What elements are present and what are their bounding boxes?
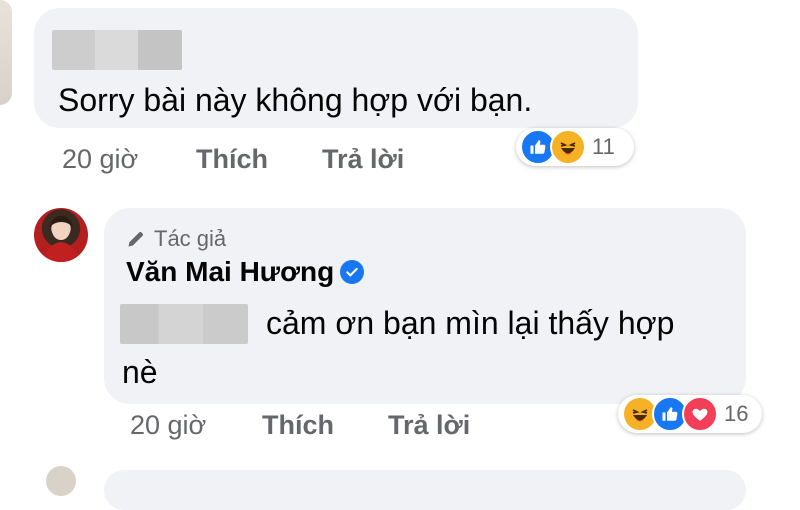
author-badge-label: Tác giả [154, 226, 227, 251]
reaction-count: 11 [592, 134, 615, 159]
reply-reply-button[interactable]: Trả lời [388, 410, 470, 441]
next-comment-bubble [104, 470, 746, 510]
commenter-avatar[interactable] [0, 0, 12, 105]
reply-reaction-summary[interactable]: 16 [618, 395, 762, 433]
author-avatar[interactable] [34, 208, 88, 262]
reaction-summary[interactable]: 11 [516, 128, 634, 166]
reply-like-button[interactable]: Thích [262, 410, 334, 441]
blurred-commenter-name [52, 30, 182, 70]
like-button[interactable]: Thích [196, 144, 268, 175]
next-commenter-avatar[interactable] [46, 466, 76, 496]
comment-timestamp[interactable]: 20 giờ [62, 144, 138, 175]
author-name[interactable]: Văn Mai Hương [126, 256, 334, 288]
verified-badge-icon [340, 260, 365, 284]
reply-button[interactable]: Trả lời [322, 144, 404, 175]
love-icon [682, 396, 718, 432]
reply-text-line-1: cảm ơn bạn mìn lại thấy hợp [266, 305, 675, 341]
pencil-icon [126, 229, 146, 249]
author-badge: Tác giả [126, 226, 226, 252]
comment-text: Sorry bài này không hợp với bạn. [58, 82, 533, 118]
reply-timestamp[interactable]: 20 giờ [130, 410, 206, 441]
reply-reaction-count: 16 [724, 401, 749, 426]
haha-icon [550, 129, 586, 165]
author-name-row: Văn Mai Hương [126, 256, 365, 288]
reply-text-line-2: nè [122, 354, 158, 390]
blurred-mention [120, 304, 248, 344]
